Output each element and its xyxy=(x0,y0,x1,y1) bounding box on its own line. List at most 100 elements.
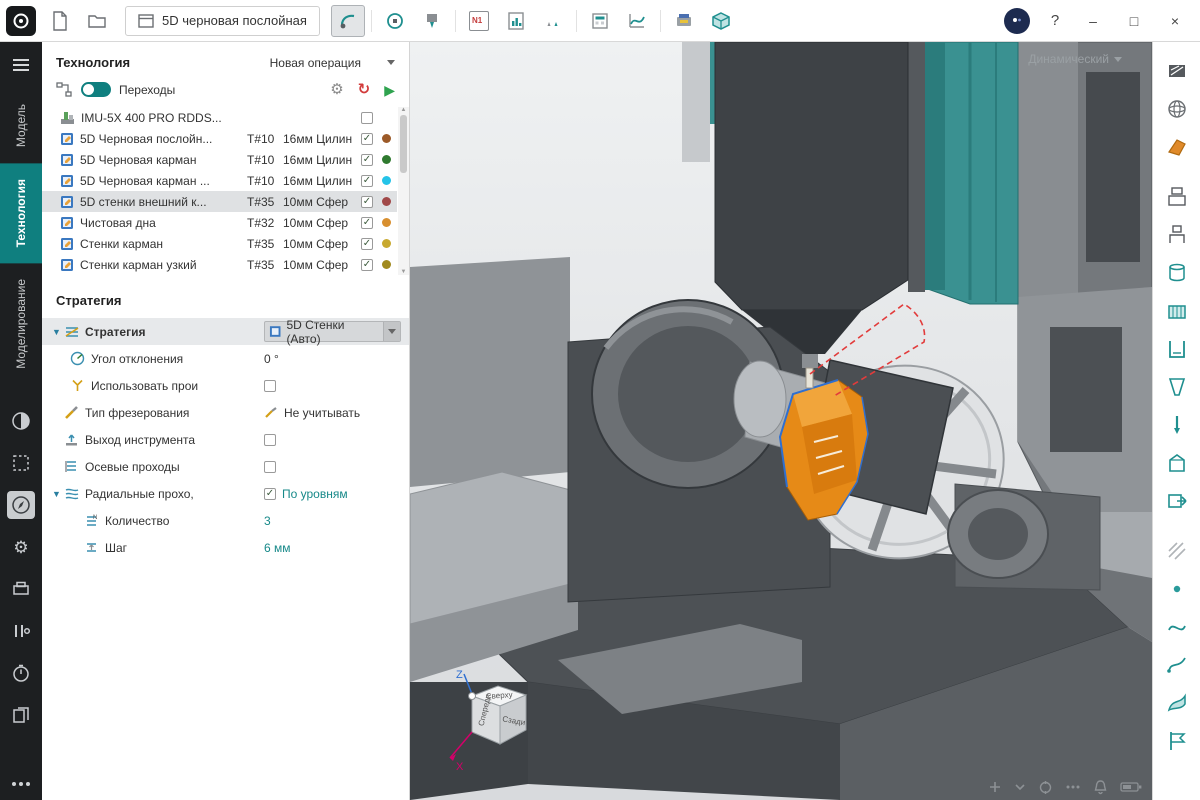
point-icon[interactable] xyxy=(1159,572,1195,606)
view-cube[interactable]: Z Сверху Спереди Сзади X xyxy=(436,664,540,776)
mesh-sphere-icon[interactable] xyxy=(1159,92,1195,126)
operation-row[interactable]: Чистовая дна T#32 10мм Сфер xyxy=(42,212,397,233)
recalculate-icon[interactable]: ↻ xyxy=(358,82,371,97)
operation-row[interactable]: Стенки карман узкий T#35 10мм Сфер xyxy=(42,254,397,275)
param-value[interactable]: Не учитывать xyxy=(284,406,360,420)
op-chamfer-icon[interactable] xyxy=(1159,446,1195,480)
op-rough-icon[interactable] xyxy=(1159,218,1195,252)
op-waterline-icon[interactable] xyxy=(1159,256,1195,290)
account-icon[interactable] xyxy=(1004,8,1030,34)
param-row-milling-type[interactable]: Тип фрезерования Не учитывать xyxy=(42,399,409,426)
hatch-icon[interactable] xyxy=(1159,534,1195,568)
operation-color-dot[interactable] xyxy=(382,155,391,164)
document-tab[interactable]: 5D черновая послойная xyxy=(125,6,320,36)
operation-row[interactable]: 5D Черновая послойн... T#10 16мм Цилин xyxy=(42,128,397,149)
op-wall-icon[interactable] xyxy=(1159,332,1195,366)
operation-checkbox[interactable] xyxy=(361,259,373,271)
operation-color-dot[interactable] xyxy=(382,260,391,269)
by-levels-checkbox[interactable] xyxy=(264,488,276,500)
tool-library-button[interactable] xyxy=(536,5,570,37)
param-row-radial-passes[interactable]: ▼ Радиальные прохо, По уровням xyxy=(42,480,409,507)
tab-technology[interactable]: Технология xyxy=(0,163,42,263)
operation-checkbox[interactable] xyxy=(361,217,373,229)
tab-model[interactable]: Модель xyxy=(0,88,42,163)
operation-row[interactable]: 5D Черновая карман ... T#10 16мм Цилин xyxy=(42,170,397,191)
run-simulation-icon[interactable]: ▶ xyxy=(384,83,395,97)
view-mode-dropdown[interactable]: Динамический xyxy=(1028,52,1122,66)
param-checkbox[interactable] xyxy=(264,461,276,473)
zoom-in-icon[interactable] xyxy=(988,780,1002,794)
strategy-select[interactable]: 5D Стенки (Авто) xyxy=(264,321,401,342)
scroll-down-icon[interactable]: ▼ xyxy=(401,269,407,275)
param-row-tool-exit[interactable]: Выход инструмента xyxy=(42,426,409,453)
timer-icon[interactable] xyxy=(7,659,35,687)
tab-modeling[interactable]: Моделирование xyxy=(0,263,42,385)
report-chart-button[interactable] xyxy=(499,5,533,37)
more-options-icon[interactable] xyxy=(12,782,30,786)
new-operation-dropdown[interactable]: Новая операция xyxy=(270,56,395,70)
operation-row[interactable]: 5D Черновая карман T#10 16мм Цилин xyxy=(42,149,397,170)
param-row-axial-passes[interactable]: Осевые проходы xyxy=(42,453,409,480)
op-face-icon[interactable] xyxy=(1159,180,1195,214)
operation-color-dot[interactable] xyxy=(382,197,391,206)
new-document-button[interactable] xyxy=(43,5,77,37)
collapse-icon[interactable]: ▼ xyxy=(52,327,64,337)
simulation-tool-button[interactable] xyxy=(331,5,365,37)
probe-circle-button[interactable] xyxy=(378,5,412,37)
op-funnel-icon[interactable] xyxy=(1159,370,1195,404)
collapse-icon[interactable]: ▼ xyxy=(52,489,64,499)
postprocessor-button[interactable] xyxy=(667,5,701,37)
param-value[interactable]: 0 ° xyxy=(264,352,279,366)
param-value[interactable]: 6 мм xyxy=(264,541,291,555)
machine-checkbox[interactable] xyxy=(361,112,373,124)
help-button[interactable]: ? xyxy=(1039,5,1071,37)
graph-curve-button[interactable] xyxy=(620,5,654,37)
open-folder-button[interactable] xyxy=(80,5,114,37)
maximize-button[interactable]: □ xyxy=(1115,5,1153,37)
operation-row-selected[interactable]: 5D стенки внешний к... T#35 10мм Сфер xyxy=(42,191,397,212)
operation-color-dot[interactable] xyxy=(382,134,391,143)
transitions-toggle[interactable] xyxy=(81,82,111,97)
bell-icon[interactable] xyxy=(1093,779,1108,795)
plotter-icon[interactable] xyxy=(7,575,35,603)
scrollbar-thumb[interactable] xyxy=(400,115,407,173)
tree-scrollbar[interactable]: ▲ ▼ xyxy=(398,107,409,275)
operation-checkbox[interactable] xyxy=(361,154,373,166)
operation-checkbox[interactable] xyxy=(361,196,373,208)
operation-settings-icon[interactable]: ⚙ xyxy=(330,82,343,97)
patch-select-icon[interactable] xyxy=(1159,54,1195,88)
param-value[interactable]: По уровням xyxy=(282,487,348,501)
more-icon[interactable] xyxy=(1065,784,1081,790)
operation-checkbox[interactable] xyxy=(361,238,373,250)
tree-root-row[interactable]: IMU-5X 400 PRO RDDS... xyxy=(42,107,397,128)
param-row-count[interactable]: N Количество 3 xyxy=(42,507,409,534)
sphere-icon[interactable] xyxy=(7,407,35,435)
main-menu-icon[interactable] xyxy=(0,50,42,80)
tools-icon[interactable] xyxy=(7,617,35,645)
strategy-main-row[interactable]: ▼ Стратегия 5D Стенки (Авто) xyxy=(42,318,409,345)
surface-orange-icon[interactable] xyxy=(1159,130,1195,164)
calculator-panel-button[interactable] xyxy=(583,5,617,37)
operation-color-dot[interactable] xyxy=(382,218,391,227)
param-row-step[interactable]: Шаг 6 мм xyxy=(42,534,409,561)
param-row-use-prev[interactable]: Использовать прои xyxy=(42,372,409,399)
flag-icon[interactable] xyxy=(1159,724,1195,758)
machine-3d-button[interactable] xyxy=(704,5,738,37)
battery-icon[interactable] xyxy=(1120,781,1142,793)
chevron-down-icon[interactable] xyxy=(1014,783,1026,791)
compass-icon[interactable] xyxy=(7,491,35,519)
target-icon[interactable] xyxy=(1038,780,1053,795)
operation-checkbox[interactable] xyxy=(361,175,373,187)
operation-color-dot[interactable] xyxy=(382,176,391,185)
op-pocket-icon[interactable] xyxy=(1159,294,1195,328)
operation-color-dot[interactable] xyxy=(382,239,391,248)
operation-checkbox[interactable] xyxy=(361,133,373,145)
spindle-head-button[interactable] xyxy=(415,5,449,37)
param-row-deviation-angle[interactable]: Угол отклонения 0 ° xyxy=(42,345,409,372)
scroll-up-icon[interactable]: ▲ xyxy=(401,107,407,113)
nc-program-button[interactable]: N1 xyxy=(462,5,496,37)
pages-icon[interactable] xyxy=(7,701,35,729)
param-value[interactable]: 3 xyxy=(264,514,271,528)
minimize-button[interactable]: – xyxy=(1074,5,1112,37)
dropdown-caret[interactable] xyxy=(383,322,400,341)
